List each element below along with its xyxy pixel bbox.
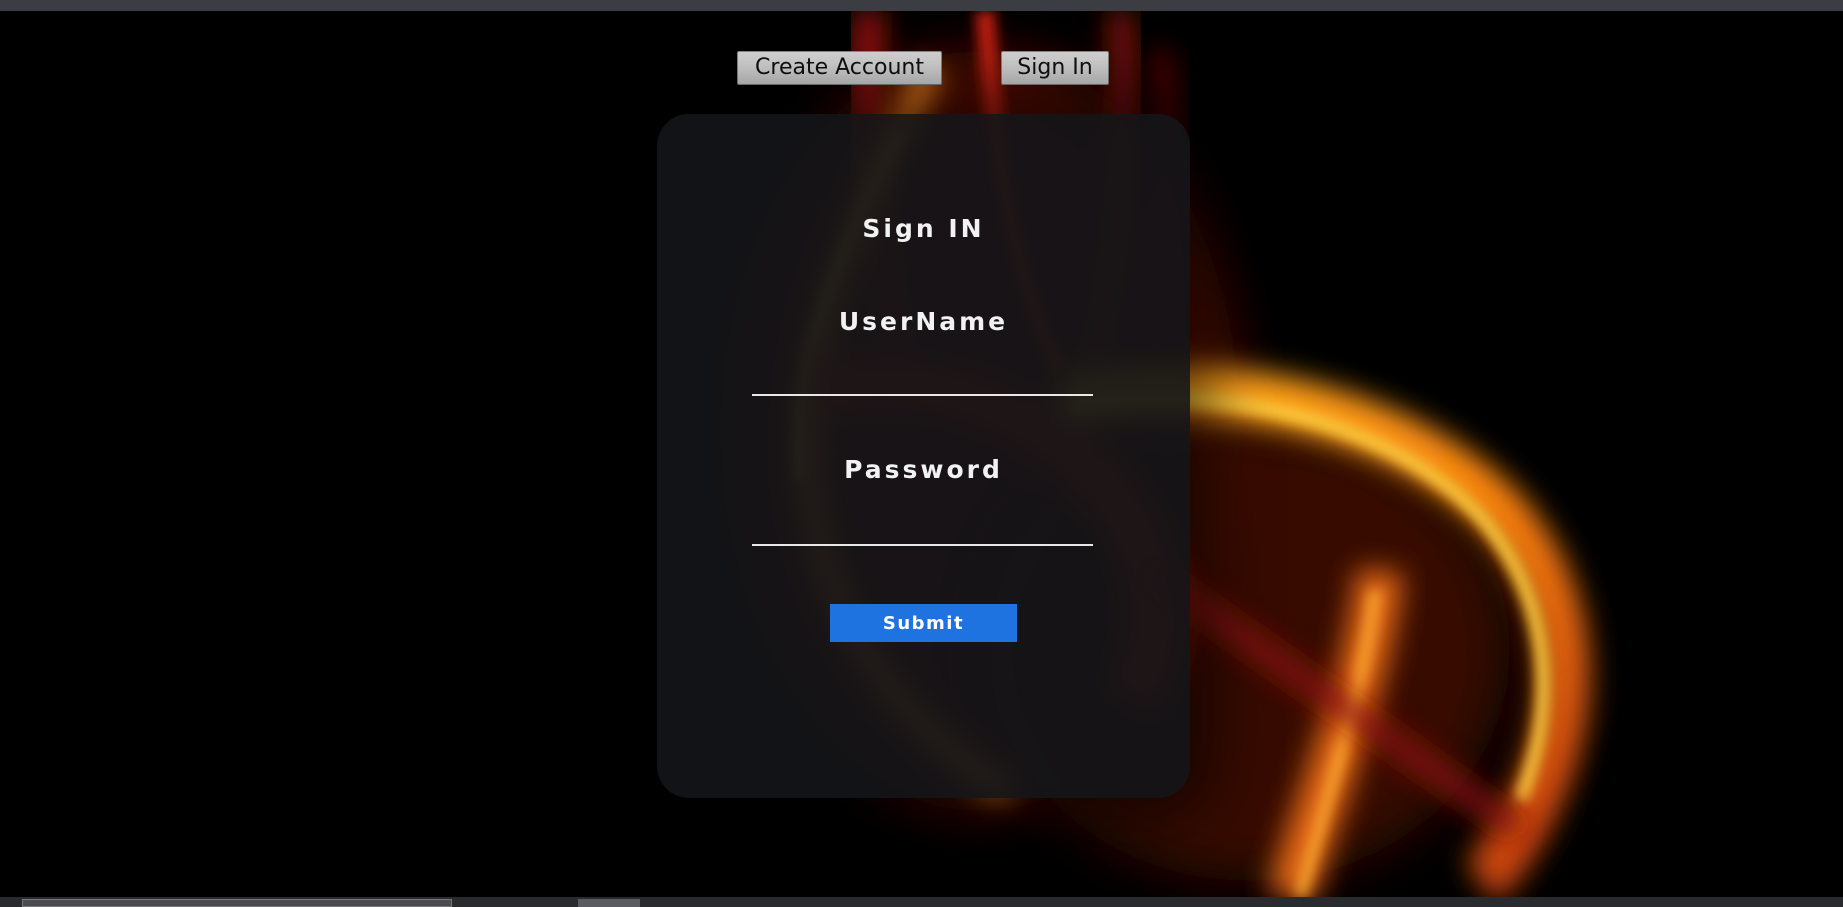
username-label: UserName [838,307,1009,336]
submit-button[interactable]: Submit [830,604,1017,642]
browser-top-strip [0,0,1843,11]
password-label: Password [844,455,1003,484]
password-input[interactable] [752,512,1093,546]
page-stage: Create Account Sign In Sign IN UserName … [0,11,1843,897]
username-input[interactable] [752,362,1093,396]
sign-in-nav-button[interactable]: Sign In [1001,51,1109,85]
horizontal-scrollbar[interactable] [22,899,452,907]
scrollbar-thumb[interactable] [578,899,640,907]
form-title: Sign IN [862,214,985,243]
sign-in-card: Sign IN UserName Password Submit [657,114,1190,798]
top-nav: Create Account Sign In [0,51,1843,86]
create-account-button[interactable]: Create Account [737,51,942,85]
